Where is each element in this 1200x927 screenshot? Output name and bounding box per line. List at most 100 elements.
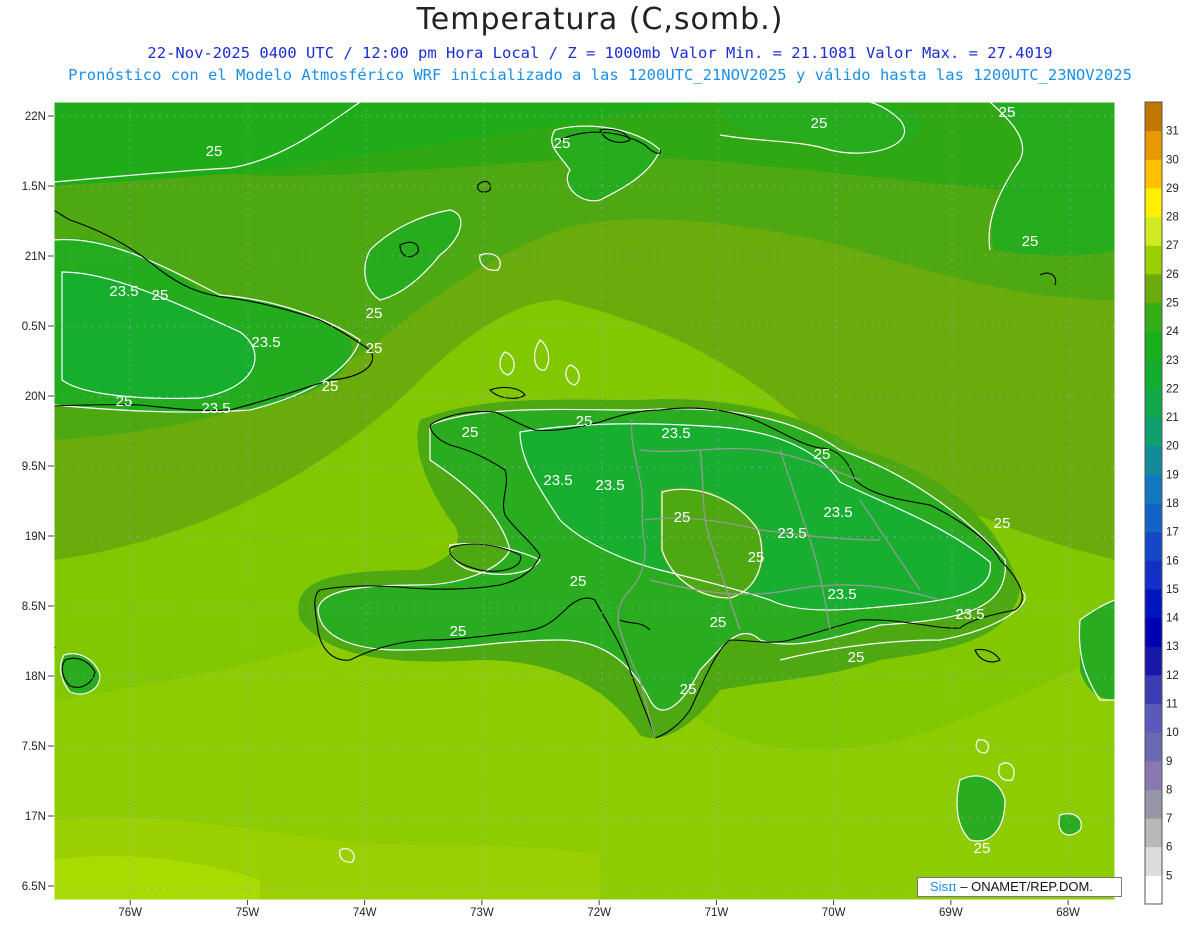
lat-tick-label: 6.5N [22, 881, 46, 893]
colorbar-swatch [1145, 159, 1162, 189]
colorbar-label: 19 [1166, 469, 1179, 481]
lat-tick-label: 7.5N [22, 741, 46, 753]
colorbar-label: 8 [1166, 784, 1172, 796]
colorbar-swatch [1145, 503, 1162, 533]
colorbar-swatch [1145, 273, 1162, 303]
colorbar-label: 7 [1166, 813, 1172, 825]
longitude-axis: 76W 75W 74W 73W 72W 71W 70W 69W 68W [118, 900, 1080, 919]
colorbar-swatch [1145, 331, 1162, 361]
lon-tick-label: 70W [822, 907, 846, 919]
colorbar-swatch [1145, 130, 1162, 160]
colorbar-swatch [1145, 789, 1162, 819]
colorbar-label: 14 [1166, 613, 1179, 625]
contour-label: 25 [462, 424, 479, 441]
lat-tick-label: 0.5N [22, 321, 46, 333]
lat-tick-label: 22N [25, 111, 46, 123]
contour-label: 25 [710, 614, 727, 631]
contour-label: 25 [576, 413, 593, 430]
colorbar-label: 6 [1166, 842, 1172, 854]
colorbar-label: 27 [1166, 240, 1179, 252]
colorbar-label: 18 [1166, 498, 1179, 510]
contour-label: 25 [974, 840, 991, 857]
colorbar-label: 11 [1166, 699, 1178, 711]
colorbar-label: 12 [1166, 670, 1179, 682]
colorbar-swatch [1145, 531, 1162, 561]
colorbar-label: 31 [1166, 126, 1179, 138]
colorbar-swatch [1145, 703, 1162, 733]
colorbar-swatch [1145, 760, 1162, 790]
contour-label: 25 [680, 681, 697, 698]
lon-tick-label: 76W [118, 907, 142, 919]
credit-box: Sisπ – ONAMET/REP.DOM. [917, 877, 1122, 897]
lat-tick-label: 17N [25, 811, 46, 823]
lon-tick-label: 68W [1056, 907, 1080, 919]
lon-tick-label: 71W [705, 907, 729, 919]
colorbar-swatch [1145, 187, 1162, 218]
colorbar-swatch [1145, 846, 1162, 876]
contour-label: 25 [814, 446, 831, 463]
lat-tick-label: 21N [25, 251, 46, 263]
contour-label: 23.5 [201, 400, 230, 417]
contour-label: 23.5 [109, 283, 138, 300]
colorbar-swatch [1145, 588, 1162, 619]
credit-text: – ONAMET/REP.DOM. [960, 879, 1093, 894]
colorbar-label: 24 [1166, 326, 1179, 338]
colorbar-swatch [1145, 245, 1162, 275]
lat-tick-label: 20N [25, 391, 46, 403]
contour-label: 25 [206, 143, 223, 160]
credit-brand: Sis [930, 879, 949, 894]
contour-label: 25 [366, 340, 383, 357]
colorbar-label: 28 [1166, 212, 1179, 224]
contour-label: 25 [994, 515, 1011, 532]
credit-pi-icon: π [948, 880, 957, 895]
contour-label: 23.5 [777, 525, 806, 542]
colorbar-label: 10 [1166, 727, 1179, 739]
shaded-temperature-field: 25 25 25 25 25 25 23.5 25 23.5 25 23.5 2… [54, 102, 1115, 900]
colorbar-label: 16 [1166, 555, 1179, 567]
colorbar-swatch [1145, 445, 1162, 475]
contour-label: 25 [1022, 233, 1039, 250]
colorbar-swatch [1145, 818, 1162, 848]
colorbar-label: 5 [1166, 870, 1172, 882]
contour-label: 25 [748, 549, 765, 566]
colorbar-label: 15 [1166, 584, 1179, 596]
contour-label: 25 [366, 305, 383, 322]
colorbar-swatch [1145, 102, 1162, 132]
colorbar-label: 30 [1166, 154, 1179, 166]
colorbar-swatch [1145, 388, 1162, 418]
contour-label: 25 [152, 287, 169, 304]
contour-label: 25 [811, 115, 828, 132]
contour-label: 25 [116, 393, 133, 410]
colorbar-swatch [1145, 216, 1162, 246]
colorbar-label: 26 [1166, 269, 1179, 281]
colorbar-label: 23 [1166, 355, 1179, 367]
contour-label: 23.5 [955, 606, 984, 623]
colorbar-swatch [1145, 474, 1162, 504]
colorbar-swatch [1145, 417, 1162, 447]
contour-label: 23.5 [595, 477, 624, 494]
colorbar-swatch [1145, 875, 1162, 905]
colorbar-label: 25 [1166, 298, 1179, 310]
colorbar-swatch [1145, 674, 1162, 704]
lat-tick-label: 8.5N [22, 601, 46, 613]
lat-tick-label: 19N [25, 531, 46, 543]
colorbar-swatch [1145, 302, 1162, 332]
contour-label: 25 [322, 378, 339, 395]
color-legend: 5 6 7 8 9 10 11 12 13 14 15 16 17 18 19 20 21 22 23 24 25 26 2… [1144, 101, 1179, 905]
colorbar-swatch [1145, 732, 1162, 762]
lat-tick-label: 9.5N [22, 461, 46, 473]
colorbar-label: 20 [1166, 441, 1179, 453]
contour-label: 23.5 [251, 334, 280, 351]
colorbar-label: 29 [1166, 183, 1179, 195]
latitude-axis: 22N 1.5N 21N 0.5N 20N 9.5N 19N 8.5N 18N 7.5N 17N 6.… [22, 111, 54, 893]
contour-label: 23.5 [661, 425, 690, 442]
colorbar-label: 21 [1166, 412, 1179, 424]
colorbar-swatch [1145, 617, 1162, 647]
temperature-map: 25 25 25 25 25 25 23.5 25 23.5 25 23.5 2… [22, 101, 1179, 919]
contour-label: 25 [570, 573, 587, 590]
contour-label: 23.5 [823, 504, 852, 521]
colorbar-swatch [1145, 646, 1162, 676]
colorbar-label: 9 [1166, 756, 1172, 768]
lat-tick-label: 18N [25, 671, 46, 683]
contour-label: 23.5 [543, 472, 572, 489]
